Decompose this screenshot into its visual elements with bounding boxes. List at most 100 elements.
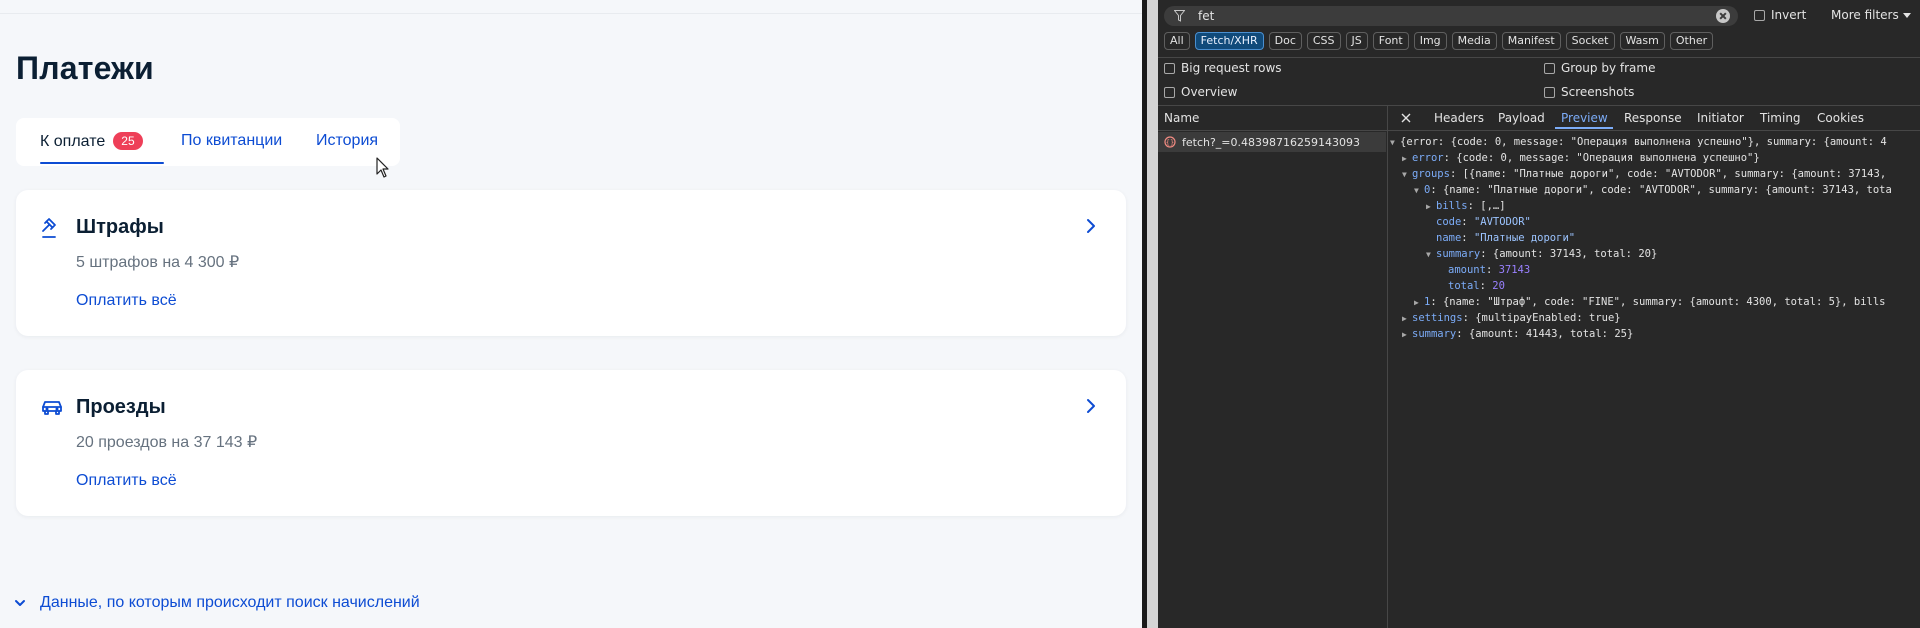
- json-key: code: [1436, 216, 1462, 228]
- json-tree-line[interactable]: ▼ groups: [{name: "Платные дороги", code:…: [1402, 166, 1886, 182]
- tolls-card[interactable]: Проезды 20 проездов на 37 143 ₽ Оплатить…: [16, 370, 1126, 516]
- tab-initiator[interactable]: Initiator: [1697, 111, 1744, 125]
- json-summary: {amount: 37143, total: 20}: [1492, 248, 1658, 260]
- request-row[interactable]: {} fetch?_=0.48398716259143093: [1158, 132, 1386, 152]
- type-filter-fetch-xhr[interactable]: Fetch/XHR: [1194, 32, 1264, 50]
- chevron-down-icon: [15, 600, 25, 606]
- tab-response[interactable]: Response: [1624, 111, 1682, 125]
- expand-down-icon[interactable]: ▼: [1426, 247, 1436, 263]
- divider: [1158, 57, 1920, 58]
- type-filter-font[interactable]: Font: [1372, 32, 1409, 50]
- type-filter-socket[interactable]: Socket: [1565, 32, 1615, 50]
- chevron-right-icon[interactable]: [1086, 218, 1096, 234]
- screenshots-checkbox[interactable]: Screenshots: [1544, 85, 1634, 99]
- overview-checkbox[interactable]: Overview: [1164, 85, 1238, 99]
- expand-down-icon[interactable]: ▼: [1414, 183, 1424, 199]
- payments-page: Платежи К оплате 25 По квитанции История …: [0, 0, 1142, 628]
- json-key: total: [1448, 280, 1480, 292]
- json-tree-line: total: 20: [1448, 280, 1505, 292]
- tab-history[interactable]: История: [316, 132, 378, 150]
- page-header-bar: [0, 0, 1142, 14]
- expand-right-icon[interactable]: ▶: [1402, 151, 1412, 167]
- tab-timing[interactable]: Timing: [1760, 111, 1801, 125]
- search-data-expander[interactable]: Данные, по которым происходит поиск начи…: [14, 594, 420, 612]
- big-request-rows-checkbox[interactable]: Big request rows: [1164, 61, 1282, 75]
- tab-payload[interactable]: Payload: [1498, 111, 1545, 125]
- json-summary: {error: {code: 0, message: "Операция вып…: [1400, 136, 1887, 148]
- car-icon: [42, 401, 62, 415]
- expand-right-icon[interactable]: ▶: [1426, 199, 1436, 215]
- divider: [1158, 130, 1920, 131]
- json-tree-line[interactable]: ▼ {error: {code: 0, message: "Операция вы…: [1390, 134, 1887, 150]
- type-filter-wasm[interactable]: Wasm: [1619, 32, 1665, 50]
- expand-down-icon[interactable]: ▼: [1402, 167, 1412, 183]
- checkbox-box: [1164, 62, 1175, 74]
- active-tab-indicator: [40, 162, 164, 164]
- chevron-right-icon[interactable]: [1086, 398, 1096, 414]
- page-title: Платежи: [16, 50, 154, 86]
- devtools-resize-handle[interactable]: [1142, 0, 1158, 628]
- devtools-network-panel: fet Invert More filters All Fetch/XHR Do…: [1158, 0, 1920, 628]
- type-filter-media[interactable]: Media: [1451, 32, 1497, 50]
- type-filter-img[interactable]: Img: [1413, 32, 1447, 50]
- type-filter-doc[interactable]: Doc: [1268, 32, 1302, 50]
- type-filter-other[interactable]: Other: [1669, 32, 1714, 50]
- json-tree-line: code: "AVTODOR": [1436, 216, 1531, 228]
- more-filters-dropdown[interactable]: More filters: [1831, 8, 1911, 22]
- tab-to-pay-label: К оплате: [40, 133, 106, 150]
- close-icon[interactable]: [1400, 112, 1412, 124]
- type-filter-all[interactable]: All: [1164, 32, 1190, 50]
- expand-down-icon[interactable]: ▼: [1390, 135, 1400, 151]
- expand-right-icon[interactable]: ▶: [1402, 327, 1412, 343]
- group-by-frame-label: Group by frame: [1561, 61, 1656, 75]
- name-column-header[interactable]: Name: [1164, 111, 1199, 125]
- json-tree-line[interactable]: ▶ 1: {name: "Штраф", code: "FINE", summar…: [1414, 294, 1886, 310]
- json-value: 37143: [1498, 264, 1531, 276]
- expand-right-icon[interactable]: ▶: [1414, 295, 1424, 311]
- pay-all-link[interactable]: Оплатить всё: [76, 472, 177, 490]
- type-filter-css[interactable]: CSS: [1306, 32, 1341, 50]
- json-key: bills: [1436, 200, 1468, 212]
- card-title: Проезды: [76, 396, 166, 418]
- type-filter-js[interactable]: JS: [1345, 32, 1368, 50]
- active-tab-indicator: [1555, 127, 1613, 129]
- json-tree-line[interactable]: ▶ bills: [,…]: [1426, 198, 1506, 214]
- json-key: summary: [1436, 248, 1481, 260]
- resource-type-filters: All Fetch/XHR Doc CSS JS Font Img Media …: [1164, 32, 1714, 52]
- json-summary: {multipayEnabled: true}: [1475, 312, 1621, 324]
- tab-preview[interactable]: Preview: [1561, 111, 1608, 125]
- expand-right-icon[interactable]: ▶: [1402, 311, 1412, 327]
- clear-filter-icon[interactable]: [1716, 9, 1730, 23]
- json-key: name: [1436, 232, 1462, 244]
- invert-checkbox[interactable]: Invert: [1754, 8, 1806, 22]
- json-summary: [,…]: [1480, 200, 1506, 212]
- json-tree-line[interactable]: ▼ 0: {name: "Платные дороги", code: "AVTO…: [1414, 182, 1892, 198]
- pay-all-link[interactable]: Оплатить всё: [76, 292, 177, 310]
- type-filter-manifest[interactable]: Manifest: [1501, 32, 1561, 50]
- filter-input[interactable]: fet: [1164, 6, 1738, 26]
- json-summary: {name: "Платные дороги", code: "AVTODOR"…: [1442, 184, 1892, 196]
- tab-headers[interactable]: Headers: [1434, 111, 1484, 125]
- json-tree-line[interactable]: ▶ error: {code: 0, message: "Операция вып…: [1402, 150, 1760, 166]
- tab-by-receipt[interactable]: По квитанции: [181, 132, 282, 150]
- column-divider[interactable]: [1387, 106, 1388, 628]
- json-summary: {amount: 41443, total: 25}: [1468, 328, 1634, 340]
- screenshots-label: Screenshots: [1561, 85, 1635, 99]
- request-name: fetch?_=0.48398716259143093: [1182, 136, 1360, 149]
- checkbox-box: [1754, 9, 1765, 21]
- json-summary: {code: 0, message: "Операция выполнена у…: [1456, 152, 1760, 164]
- json-tree-line[interactable]: ▶ settings: {multipayEnabled: true}: [1402, 310, 1621, 326]
- json-summary: [{name: "Платные дороги", code: "AVTODOR…: [1462, 168, 1887, 180]
- card-subtitle: 20 проездов на 37 143 ₽: [76, 434, 258, 451]
- payment-tabs: К оплате 25 По квитанции История: [16, 118, 400, 166]
- group-by-frame-checkbox[interactable]: Group by frame: [1544, 61, 1655, 75]
- json-tree-line[interactable]: ▼ summary: {amount: 37143, total: 20}: [1426, 246, 1657, 262]
- fetch-request-icon: {}: [1164, 136, 1176, 148]
- checkbox-box: [1544, 62, 1555, 74]
- json-tree-line[interactable]: ▶ summary: {amount: 41443, total: 25}: [1402, 326, 1633, 342]
- card-title: Штрафы: [76, 216, 164, 238]
- fines-card[interactable]: Штрафы 5 штрафов на 4 300 ₽ Оплатить всё: [16, 190, 1126, 336]
- tab-cookies[interactable]: Cookies: [1817, 111, 1864, 125]
- tab-to-pay[interactable]: К оплате 25: [40, 132, 143, 151]
- request-table-header: Name Headers Payload Preview Response In…: [1158, 106, 1920, 130]
